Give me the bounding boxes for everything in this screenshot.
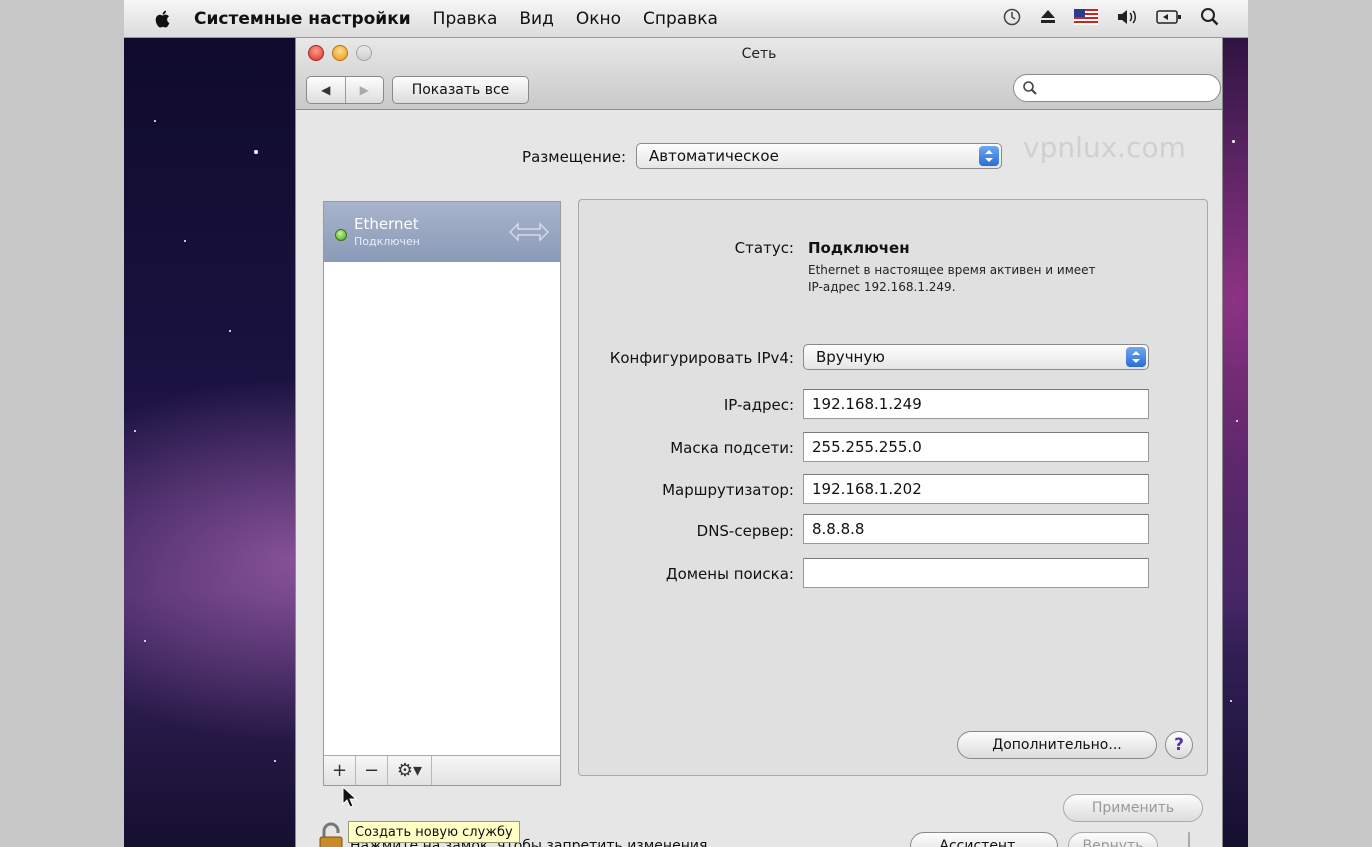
flag-us-icon[interactable] xyxy=(1074,9,1098,25)
advanced-button[interactable]: Дополнительно... xyxy=(957,731,1157,759)
ipv4-label: Конфигурировать IPv4: xyxy=(609,349,794,367)
menu-bar: Системные настройки Правка Вид Окно Спра… xyxy=(124,0,1248,38)
star xyxy=(254,150,258,154)
ip-address-label: IP-адрес: xyxy=(723,396,794,414)
star xyxy=(144,640,146,642)
ipv4-popup[interactable]: Вручную xyxy=(803,344,1149,370)
menu-help[interactable]: Справка xyxy=(643,9,718,29)
search-domains-field[interactable] xyxy=(803,558,1149,588)
star xyxy=(229,330,231,332)
service-item-ethernet[interactable]: Ethernet Подключен xyxy=(324,202,560,262)
mouse-cursor-icon xyxy=(342,786,358,808)
back-button[interactable]: ◀ xyxy=(307,77,345,103)
location-value: Автоматическое xyxy=(649,147,779,165)
star xyxy=(134,430,136,432)
ipv4-value: Вручную xyxy=(816,348,885,366)
subnet-mask-label: Маска подсети: xyxy=(670,439,794,457)
status-icons xyxy=(1002,7,1220,27)
lock-icon[interactable] xyxy=(318,821,344,847)
remove-service-button[interactable]: − xyxy=(356,756,388,785)
location-popup[interactable]: Автоматическое xyxy=(636,143,1002,169)
network-preferences-window: Сеть ◀ ▶ Показать все vpnlux.com Размеще… xyxy=(295,38,1223,847)
back-forward-control: ◀ ▶ xyxy=(306,76,384,104)
star xyxy=(154,120,156,122)
service-list: Ethernet Подключен + − ⚙▾ xyxy=(323,201,561,786)
watermark: vpnlux.com xyxy=(1023,131,1186,164)
star xyxy=(274,760,276,762)
ip-address-field[interactable]: 192.168.1.249 xyxy=(803,389,1149,419)
status-value: Подключен xyxy=(808,239,910,257)
star xyxy=(1236,420,1238,422)
apply-button[interactable]: Применить xyxy=(1063,794,1203,822)
service-detail-panel: Статус: Подключен Ethernet в настоящее в… xyxy=(578,199,1208,776)
time-machine-icon[interactable] xyxy=(1002,7,1022,27)
search-icon xyxy=(1023,81,1037,95)
star xyxy=(1232,140,1235,143)
window-title: Сеть xyxy=(741,46,777,62)
subnet-mask-field[interactable]: 255.255.255.0 xyxy=(803,432,1149,462)
star xyxy=(184,240,186,242)
status-dot-icon xyxy=(335,229,347,241)
show-all-button[interactable]: Показать все xyxy=(392,76,529,104)
window-titlebar: Сеть ◀ ▶ Показать все xyxy=(296,38,1222,110)
star xyxy=(1230,700,1232,702)
gear-menu-button[interactable]: ⚙▾ xyxy=(388,756,432,785)
service-status: Подключен xyxy=(354,235,420,248)
service-list-toolbar: + − ⚙▾ xyxy=(324,755,560,785)
spotlight-icon[interactable] xyxy=(1200,7,1220,27)
dns-server-label: DNS-сервер: xyxy=(696,522,794,540)
apply-button-placeholder xyxy=(1188,832,1190,847)
popup-arrows-icon xyxy=(979,146,999,166)
popup-arrows-icon xyxy=(1126,347,1146,367)
dns-server-field[interactable]: 8.8.8.8 xyxy=(803,514,1149,544)
eject-icon[interactable] xyxy=(1040,8,1056,26)
menu-view[interactable]: Вид xyxy=(519,9,553,29)
menu-window[interactable]: Окно xyxy=(576,9,621,29)
forward-button[interactable]: ▶ xyxy=(344,77,384,103)
desktop: Системные настройки Правка Вид Окно Спра… xyxy=(124,0,1248,847)
volume-icon[interactable] xyxy=(1116,8,1138,26)
battery-icon[interactable] xyxy=(1156,8,1182,26)
menu-app-name[interactable]: Системные настройки xyxy=(194,9,411,29)
network-pane: vpnlux.com Размещение: Автоматическое Et… xyxy=(296,111,1222,847)
apple-menu-icon[interactable] xyxy=(152,8,174,30)
service-name: Ethernet xyxy=(354,215,419,233)
router-field[interactable]: 192.168.1.202 xyxy=(803,474,1149,504)
router-label: Маршрутизатор: xyxy=(662,481,794,499)
add-service-button[interactable]: + xyxy=(324,756,356,785)
search-input[interactable] xyxy=(1013,74,1221,102)
revert-button[interactable]: Вернуть xyxy=(1068,832,1158,847)
menu-edit[interactable]: Правка xyxy=(433,9,498,29)
status-description: Ethernet в настоящее время активен и име… xyxy=(808,263,1096,294)
help-button[interactable]: ? xyxy=(1165,731,1193,759)
assistant-button[interactable]: Ассистент... xyxy=(910,832,1058,847)
ethernet-icon xyxy=(508,222,550,242)
add-service-tooltip: Создать новую службу xyxy=(348,821,520,843)
status-label: Статус: xyxy=(734,239,794,257)
location-label: Размещение: xyxy=(522,148,626,166)
search-domains-label: Домены поиска: xyxy=(665,565,794,583)
